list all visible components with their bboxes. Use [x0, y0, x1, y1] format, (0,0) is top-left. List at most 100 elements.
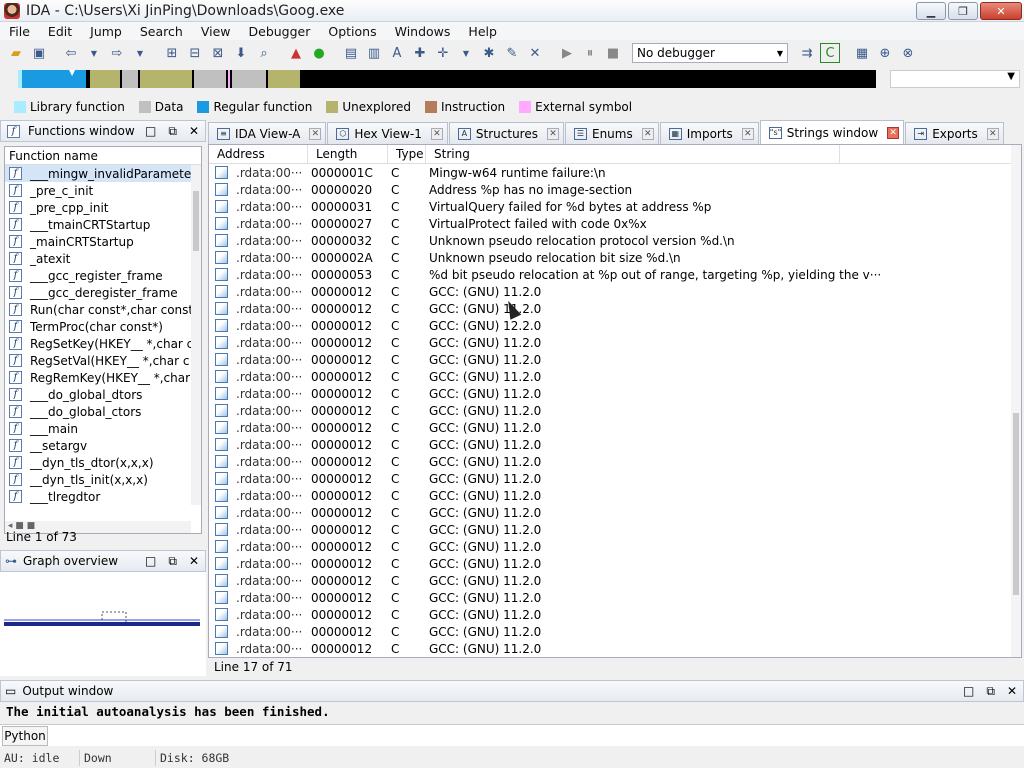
graph-overview-canvas[interactable]: [0, 572, 206, 676]
add-breakpoint-icon[interactable]: ⊕: [875, 43, 895, 63]
function-list-item[interactable]: f RegSetVal(HKEY__ *,char c: [5, 352, 201, 369]
make-string-icon[interactable]: A: [387, 43, 407, 63]
menu-jump[interactable]: Jump: [81, 24, 131, 39]
function-list-item[interactable]: f __dyn_tls_dtor(x,x,x): [5, 454, 201, 471]
close-button[interactable]: ✕: [980, 2, 1022, 20]
strings-table-row[interactable]: .rdata:00··· 00000012 C GCC: (GNU) 11.2.0: [209, 470, 1021, 487]
binary-search-icon[interactable]: ⊞: [162, 43, 182, 63]
strings-table-row[interactable]: .rdata:00··· 00000012 C GCC: (GNU) 11.2.0: [209, 419, 1021, 436]
strings-table-row[interactable]: .rdata:00··· 00000012 C GCC: (GNU) 11.2.0: [209, 538, 1021, 555]
strings-table-row[interactable]: .rdata:00··· 00000012 C GCC: (GNU) 11.2.0: [209, 555, 1021, 572]
tab-close-icon[interactable]: ✕: [641, 127, 654, 140]
strings-table-row[interactable]: .rdata:00··· 0000002A C Unknown pseudo rel…: [209, 249, 1021, 266]
restore-window-icon[interactable]: ⧉: [168, 124, 177, 139]
strings-table-row[interactable]: .rdata:00··· 00000012 C GCC: (GNU) 11.2.0: [209, 623, 1021, 640]
create-function-icon[interactable]: ✱: [479, 43, 499, 63]
strings-table-row[interactable]: .rdata:00··· 00000012 C GCC: (GNU) 11.2.0: [209, 368, 1021, 385]
minimize-button[interactable]: ▁: [916, 2, 946, 20]
function-list-item[interactable]: f ___tlregdtor: [5, 488, 201, 505]
tab-ida-view-a[interactable]: ≡ IDA View-A ✕: [208, 122, 327, 144]
function-list-item[interactable]: f RegSetKey(HKEY__ *,char c: [5, 335, 201, 352]
strings-table-row[interactable]: .rdata:00··· 00000012 C GCC: (GNU) 11.2.0: [209, 589, 1021, 606]
strings-table-row[interactable]: .rdata:00··· 00000012 C GCC: (GNU) 11.2.0: [209, 640, 1021, 657]
dropdown-arrow-icon[interactable]: ▼: [130, 43, 150, 63]
menu-search[interactable]: Search: [131, 24, 192, 39]
stop-icon[interactable]: ■: [603, 43, 623, 63]
strings-vertical-scrollbar[interactable]: [1011, 145, 1021, 657]
strings-table-row[interactable]: .rdata:00··· 00000012 C GCC: (GNU) 11.2.0: [209, 436, 1021, 453]
pause-icon[interactable]: ⏸: [580, 43, 600, 63]
strings-table-row[interactable]: .rdata:00··· 00000012 C GCC: (GNU) 11.2.0: [209, 402, 1021, 419]
trace-icon[interactable]: C: [820, 43, 840, 63]
strings-table-row[interactable]: .rdata:00··· 00000012 C GCC: (GNU) 11.2.0: [209, 334, 1021, 351]
down-arrow-icon[interactable]: ⬇: [231, 43, 251, 63]
function-list-item[interactable]: f ___do_global_dtors: [5, 386, 201, 403]
strings-table-row[interactable]: .rdata:00··· 00000012 C GCC: (GNU) 11.2.0: [209, 572, 1021, 589]
strings-table-row[interactable]: .rdata:00··· 00000012 C GCC: (GNU) 11.2.0: [209, 504, 1021, 521]
strings-table-row[interactable]: .rdata:00··· 0000001C C Mingw-w64 runtime f…: [209, 164, 1021, 181]
tab-strings-window[interactable]: "s" Strings window ✕: [759, 120, 905, 144]
segment-select[interactable]: ▼: [890, 70, 1020, 88]
function-list-item[interactable]: f __setargv: [5, 437, 201, 454]
open-folder-icon[interactable]: ▰: [6, 43, 26, 63]
close-icon[interactable]: ✕: [189, 124, 199, 139]
function-list-item[interactable]: f _pre_cpp_init: [5, 199, 201, 216]
strings-table-row[interactable]: .rdata:00··· 00000012 C GCC: (GNU) 11.2.0: [209, 521, 1021, 538]
close-icon[interactable]: ✕: [189, 554, 199, 569]
strings-table-row[interactable]: .rdata:00··· 00000012 C GCC: (GNU) 11.2.0: [209, 351, 1021, 368]
strings-table-row[interactable]: .rdata:00··· 00000027 C VirtualProtect fai…: [209, 215, 1021, 232]
strings-table-row[interactable]: .rdata:00··· 00000053 C %d bit pseudo reloc…: [209, 266, 1021, 283]
play-icon[interactable]: ▶: [557, 43, 577, 63]
restore-window-icon[interactable]: ⧉: [986, 684, 995, 699]
graph-icon[interactable]: ▲: [286, 43, 306, 63]
step-icon[interactable]: ⇉: [797, 43, 817, 63]
breakpoint-list-icon[interactable]: ▦: [852, 43, 872, 63]
delete-breakpoint-icon[interactable]: ⊗: [898, 43, 918, 63]
forward-arrow-icon[interactable]: ⇨: [107, 43, 127, 63]
save-icon[interactable]: ▣: [29, 43, 49, 63]
strings-table-row[interactable]: .rdata:00··· 00000012 C GCC: (GNU) 11.2.0: [209, 487, 1021, 504]
immediate-search-icon[interactable]: ⊠: [208, 43, 228, 63]
run-green-icon[interactable]: ●: [309, 43, 329, 63]
tab-close-icon[interactable]: ✕: [546, 127, 559, 140]
column-header-length[interactable]: Length: [308, 145, 388, 163]
tab-close-icon[interactable]: ✕: [741, 127, 754, 140]
function-list-item[interactable]: f __dyn_tls_init(x,x,x): [5, 471, 201, 488]
functions-vertical-scrollbar[interactable]: [191, 165, 201, 505]
column-header-type[interactable]: Type: [388, 145, 426, 163]
python-button[interactable]: Python: [2, 726, 48, 746]
strings-table-row[interactable]: .rdata:00··· 00000012 C GCC: (GNU) 11.2.0: [209, 283, 1021, 300]
tab-exports[interactable]: ⇥ Exports ✕: [905, 122, 1004, 144]
function-list-item[interactable]: f ___mingw_invalidParameterHa: [5, 165, 201, 182]
undefine-icon[interactable]: ✕: [525, 43, 545, 63]
strings-table-row[interactable]: .rdata:00··· 00000020 C Address %p has no i…: [209, 181, 1021, 198]
debugger-select[interactable]: No debugger ▼: [632, 43, 788, 63]
menu-edit[interactable]: Edit: [39, 24, 81, 39]
strings-table-row[interactable]: .rdata:00··· 00000012 C GCC: (GNU) 11.2.0: [209, 300, 1021, 317]
dropdown-arrow-icon[interactable]: ▼: [84, 43, 104, 63]
column-header-string[interactable]: String: [426, 145, 840, 163]
float-window-icon[interactable]: □: [963, 684, 974, 699]
function-list-item[interactable]: f _pre_c_init: [5, 182, 201, 199]
float-window-icon[interactable]: □: [145, 554, 156, 569]
back-arrow-icon[interactable]: ⇦: [61, 43, 81, 63]
create-struct-icon[interactable]: ✚: [410, 43, 430, 63]
make-data-icon[interactable]: ▥: [364, 43, 384, 63]
strings-table-row[interactable]: .rdata:00··· 00000012 C GCC: (GNU) 11.2.0: [209, 606, 1021, 623]
function-list-item[interactable]: f ___do_global_ctors: [5, 403, 201, 420]
tab-close-icon[interactable]: ✕: [887, 126, 900, 139]
maximize-button[interactable]: ❐: [948, 2, 978, 20]
edit-function-icon[interactable]: ✎: [502, 43, 522, 63]
text-search-icon[interactable]: ⊟: [185, 43, 205, 63]
tab-hex-view-1[interactable]: ⬡ Hex View-1 ✕: [327, 122, 448, 144]
dropdown-arrow-icon[interactable]: ▼: [456, 43, 476, 63]
column-header-address[interactable]: Address: [209, 145, 308, 163]
function-list-item[interactable]: f TermProc(char const*): [5, 318, 201, 335]
navigation-bar[interactable]: [18, 70, 876, 88]
menu-debugger[interactable]: Debugger: [240, 24, 320, 39]
tab-structures[interactable]: A Structures ✕: [448, 122, 564, 144]
function-list-item[interactable]: f ___tmainCRTStartup: [5, 216, 201, 233]
command-line-bar[interactable]: Python: [0, 724, 1024, 746]
function-list-item[interactable]: f _mainCRTStartup: [5, 233, 201, 250]
menu-help[interactable]: Help: [459, 24, 506, 39]
